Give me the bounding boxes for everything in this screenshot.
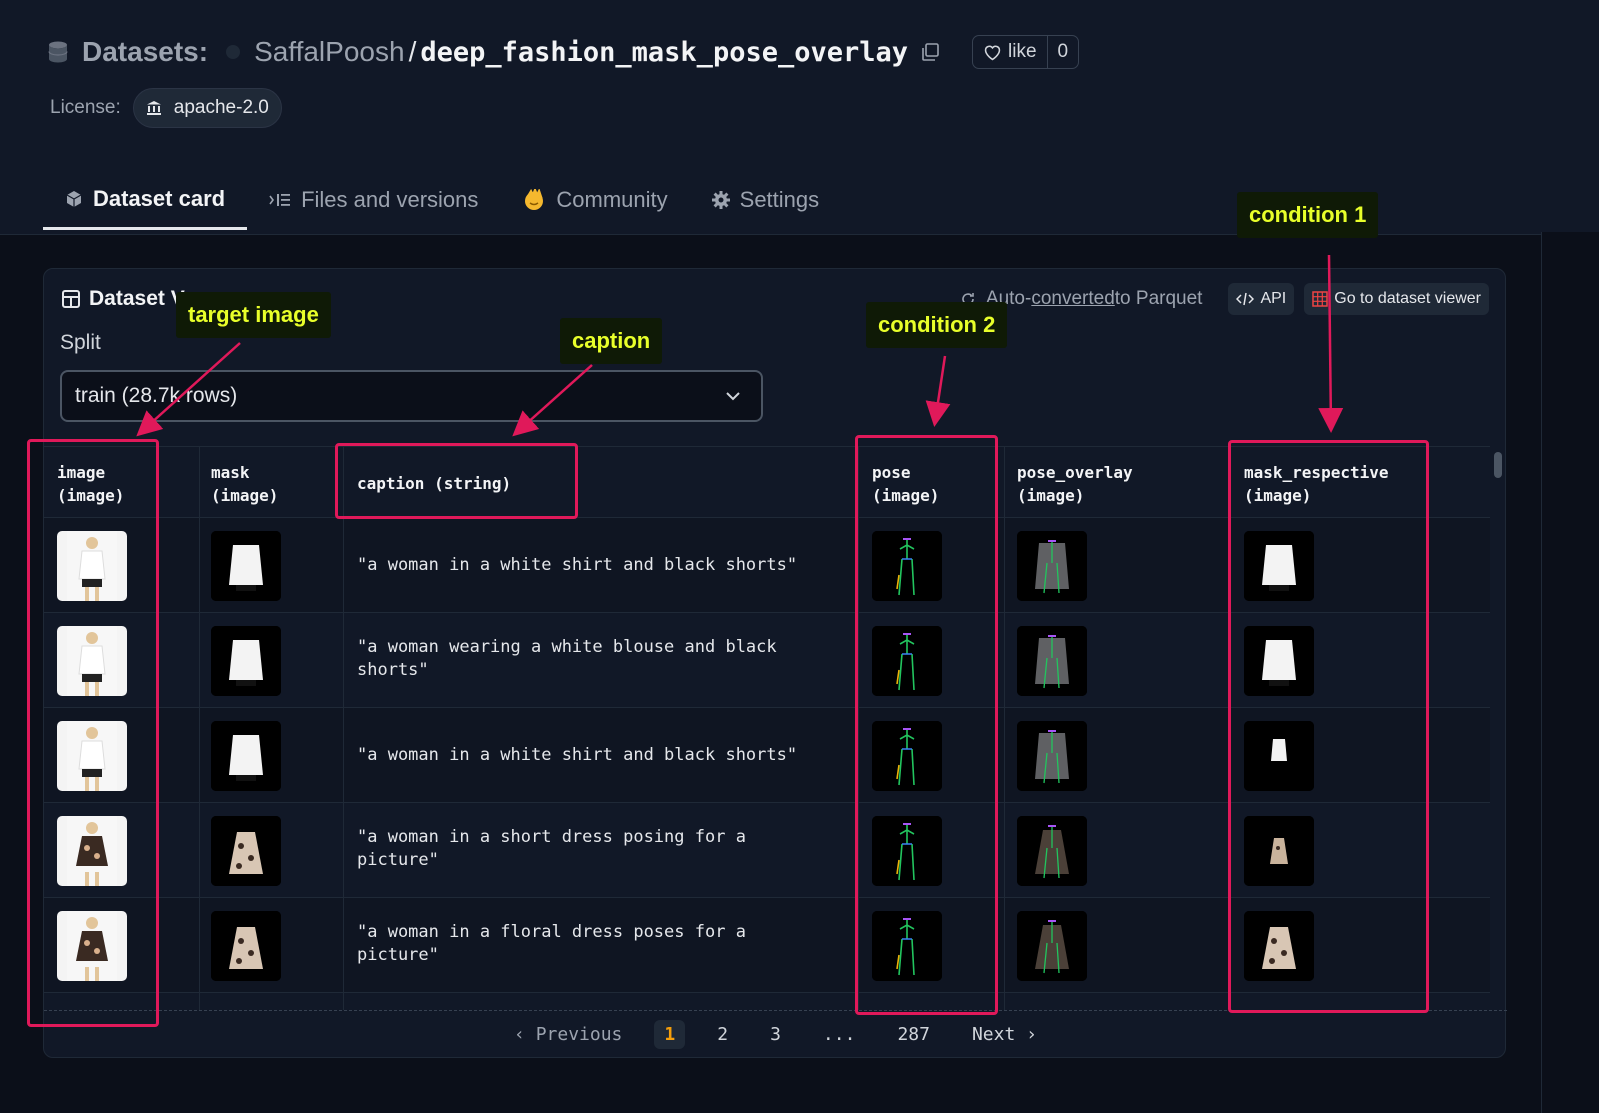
viewer-title-text: Dataset V xyxy=(89,287,185,310)
go-to-dataset-viewer-button[interactable]: Go to dataset viewer xyxy=(1304,283,1489,315)
gear-icon xyxy=(711,191,730,209)
owner-avatar xyxy=(226,45,241,59)
column-divider xyxy=(199,446,200,1010)
mask-thumbnail[interactable] xyxy=(211,626,281,696)
page-287-button[interactable]: 287 xyxy=(887,1020,940,1049)
split-value: train (28.7k rows) xyxy=(75,384,238,407)
parquet-link[interactable]: converted xyxy=(1031,288,1114,310)
license-row: License: apache-2.0 xyxy=(50,88,282,128)
mask-thumbnail[interactable] xyxy=(211,721,281,791)
table-icon xyxy=(62,290,80,308)
auto-suffix: to Parquet xyxy=(1114,288,1203,309)
next-page-button[interactable]: Next › xyxy=(962,1020,1047,1049)
page-2-button[interactable]: 2 xyxy=(707,1020,738,1049)
api-label: API xyxy=(1260,290,1287,307)
dataset-name[interactable]: deep_fashion_mask_pose_overlay xyxy=(420,37,908,68)
owner-link[interactable]: SaffalPoosh xyxy=(254,36,405,68)
page-1-button[interactable]: 1 xyxy=(654,1020,686,1049)
tab-label: Community xyxy=(556,187,668,212)
mask-thumbnail[interactable] xyxy=(211,531,281,601)
database-icon xyxy=(48,41,68,63)
tab-label: Settings xyxy=(739,187,820,212)
previous-page-button[interactable]: ‹ Previous xyxy=(504,1020,632,1049)
annotation-box-caption xyxy=(335,443,578,519)
chevron-down-icon xyxy=(726,392,740,401)
api-button[interactable]: API xyxy=(1228,283,1295,315)
code-icon xyxy=(1236,292,1255,306)
caption-cell: "a woman in a white shirt and black shor… xyxy=(357,555,798,575)
annotation-box-condition-1 xyxy=(1228,440,1429,1013)
tab-files-and-versions[interactable]: Files and versions xyxy=(247,170,500,230)
viewer-title: Dataset V xyxy=(62,287,185,311)
breadcrumb: Datasets: SaffalPoosh / deep_fashion_mas… xyxy=(48,30,1080,74)
goto-label: Go to dataset viewer xyxy=(1334,290,1481,307)
annotation-label-condition-1: condition 1 xyxy=(1237,192,1379,238)
heart-icon xyxy=(984,45,1001,60)
column-divider xyxy=(1004,446,1005,1010)
annotation-box-condition-2 xyxy=(855,435,998,1015)
pose-overlay-thumbnail[interactable] xyxy=(1017,626,1087,696)
column-divider xyxy=(343,446,344,1010)
like-button[interactable]: like 0 xyxy=(972,35,1080,69)
tab-community[interactable]: Community xyxy=(500,170,689,230)
caption-cell: "a woman in a floral dress poses for a p… xyxy=(357,922,746,965)
repo-tabs: Dataset card Files and versions Communit… xyxy=(43,170,841,232)
column-header-pose-overlay[interactable]: pose_overlay (image) xyxy=(1017,461,1133,507)
page-ellipsis: ... xyxy=(822,1024,856,1045)
mask-thumbnail[interactable] xyxy=(211,911,281,981)
like-label: like xyxy=(1008,41,1037,62)
viewer-actions: Auto-converted to Parquet API Go to data… xyxy=(960,283,1489,315)
grid-icon xyxy=(1312,291,1328,307)
column-header-mask[interactable]: mask (image) xyxy=(211,461,278,507)
split-select[interactable]: train (28.7k rows) xyxy=(60,370,763,422)
breadcrumb-separator: / xyxy=(408,36,417,67)
page-3-button[interactable]: 3 xyxy=(760,1020,791,1049)
license-badge[interactable]: apache-2.0 xyxy=(132,88,282,128)
annotation-label-target-image: target image xyxy=(176,292,331,338)
pose-overlay-thumbnail[interactable] xyxy=(1017,816,1087,886)
annotation-label-caption: caption xyxy=(560,318,663,364)
pagination: ‹ Previous 1 2 3 ... 287 Next › xyxy=(44,1010,1507,1058)
copy-icon[interactable] xyxy=(920,42,940,62)
like-count: 0 xyxy=(1057,41,1069,62)
tab-dataset-card[interactable]: Dataset card xyxy=(43,170,248,230)
datasets-link[interactable]: Datasets: xyxy=(82,36,208,68)
caption-cell: "a woman in a white shirt and black shor… xyxy=(357,745,798,765)
caption-cell: "a woman wearing a white blouse and blac… xyxy=(357,637,777,680)
mask-thumbnail[interactable] xyxy=(211,816,281,886)
pose-overlay-thumbnail[interactable] xyxy=(1017,531,1087,601)
bank-icon xyxy=(146,101,161,115)
files-icon xyxy=(269,194,291,206)
pose-overlay-thumbnail[interactable] xyxy=(1017,721,1087,791)
license-value: apache-2.0 xyxy=(173,97,269,118)
table-scrollbar[interactable] xyxy=(1494,452,1502,478)
community-emoji-icon xyxy=(525,189,544,210)
right-sidebar xyxy=(1541,232,1599,1113)
split-label: Split xyxy=(60,331,101,354)
annotation-box-target-image xyxy=(27,439,159,1027)
tab-label: Dataset card xyxy=(93,185,226,211)
license-label: License: xyxy=(50,97,121,118)
caption-cell: "a woman in a short dress posing for a p… xyxy=(357,827,746,870)
annotation-label-condition-2: condition 2 xyxy=(866,302,1008,348)
pose-overlay-thumbnail[interactable] xyxy=(1017,911,1087,981)
cube-icon xyxy=(66,190,82,207)
tab-label: Files and versions xyxy=(301,187,479,212)
like-label-wrap: like xyxy=(973,36,1048,68)
tab-settings[interactable]: Settings xyxy=(690,170,842,230)
